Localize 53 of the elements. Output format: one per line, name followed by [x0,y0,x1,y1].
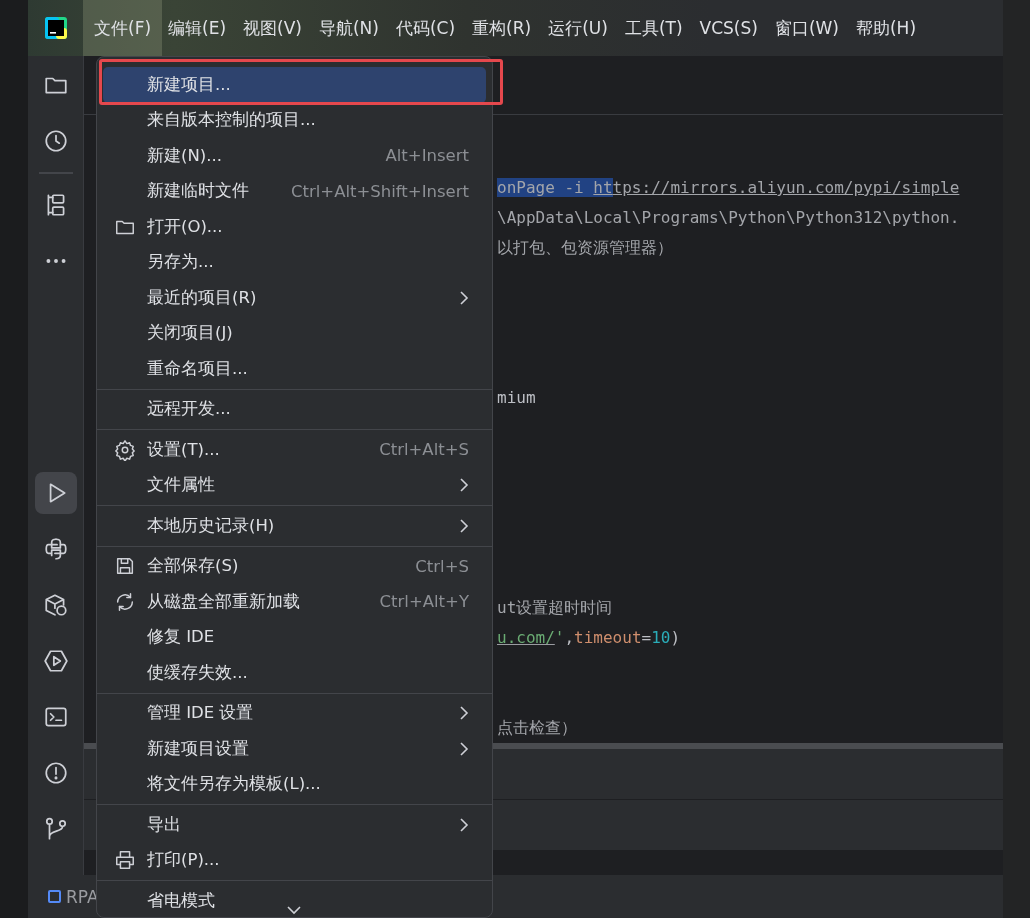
code-line: 以打包、包资源管理器） [497,237,673,259]
menu-item[interactable]: 来自版本控制的项目... [103,102,486,138]
menu-item[interactable]: 将文件另存为模板(L)... [103,766,486,802]
menu-item[interactable]: 省电模式 [103,883,486,918]
menu-bar-item[interactable]: 窗口(W) [770,0,843,56]
menu-item[interactable]: 打开(O)... [103,209,486,245]
code-line: 点击检查） [497,717,577,739]
code-line: u.com/',timeout=10) [497,627,681,649]
menu-item[interactable]: 另存为... [103,244,486,280]
menu-item[interactable]: 新建(N)... Alt+Insert [103,138,486,174]
settings-icon [114,438,136,461]
code-line: mium [497,387,536,409]
shortcut-label: Ctrl+S [415,556,469,576]
shortcut-label: Ctrl+Alt+S [379,440,469,460]
menu-item[interactable]: 最近的项目(R) [103,280,486,316]
menu-item[interactable]: 文件属性 [103,467,486,503]
menu-bar-item[interactable]: 视图(V) [239,0,306,56]
print-icon [114,849,136,872]
menu-item[interactable]: 使缓存失效... [103,655,486,691]
reload-icon [114,590,136,613]
run-icon[interactable] [34,472,77,514]
menu-item[interactable]: 远程开发... [103,391,486,427]
project-icon [48,890,61,903]
menu-item[interactable]: 打印(P)... [103,842,486,878]
menu-item[interactable]: 从磁盘全部重新加载 Ctrl+Alt+Y [103,584,486,620]
menu-item[interactable]: 新建临时文件 Ctrl+Alt+Shift+Insert [103,173,486,209]
menu-item[interactable]: 全部保存(S) Ctrl+S [103,548,486,584]
chevron-down-icon[interactable] [286,905,302,915]
menu-bar-item[interactable]: 编辑(E) [164,0,231,56]
menu-item[interactable]: 新建项目设置 [103,731,486,767]
shortcut-label: Ctrl+Alt+Y [379,592,469,612]
menu-bar-item[interactable]: 导航(N) [314,0,383,56]
code-line: \AppData\Local\Programs\Python\Python312\python. [497,207,960,229]
menu-bar-item[interactable]: 文件(F) [83,0,163,56]
menu-item[interactable]: 新建项目... [103,67,486,103]
menu-bar-item[interactable]: 帮助(H) [852,0,921,56]
shortcut-label: Alt+Insert [385,146,469,166]
menu-item[interactable]: 本地历史记录(H) [103,508,486,544]
menu-bar-item[interactable]: VCS(S) [695,0,762,56]
menu-item[interactable]: 重命名项目... [103,351,486,387]
menu-item[interactable]: 关闭项目(J) [103,315,486,351]
code-line: ut设置超时时间 [497,597,613,619]
menu-bar-item[interactable]: 代码(C) [391,0,460,56]
menu-item[interactable]: 修复 IDE [103,619,486,655]
menu-item[interactable]: 设置(T)... Ctrl+Alt+S [103,432,486,468]
menu-item[interactable]: 导出 [103,807,486,843]
menu-item[interactable]: 管理 IDE 设置 [103,695,486,731]
shortcut-label: Ctrl+Alt+Shift+Insert [291,181,469,201]
menu-bar-item[interactable]: 工具(T) [620,0,687,56]
menu-bar-item[interactable]: 重构(R) [468,0,536,56]
code-line: onPage -i https://mirrors.aliyun.com/pypi/simple [497,177,960,199]
menu-bar-item[interactable]: 运行(U) [544,0,612,56]
app-logo-icon[interactable] [44,16,68,40]
